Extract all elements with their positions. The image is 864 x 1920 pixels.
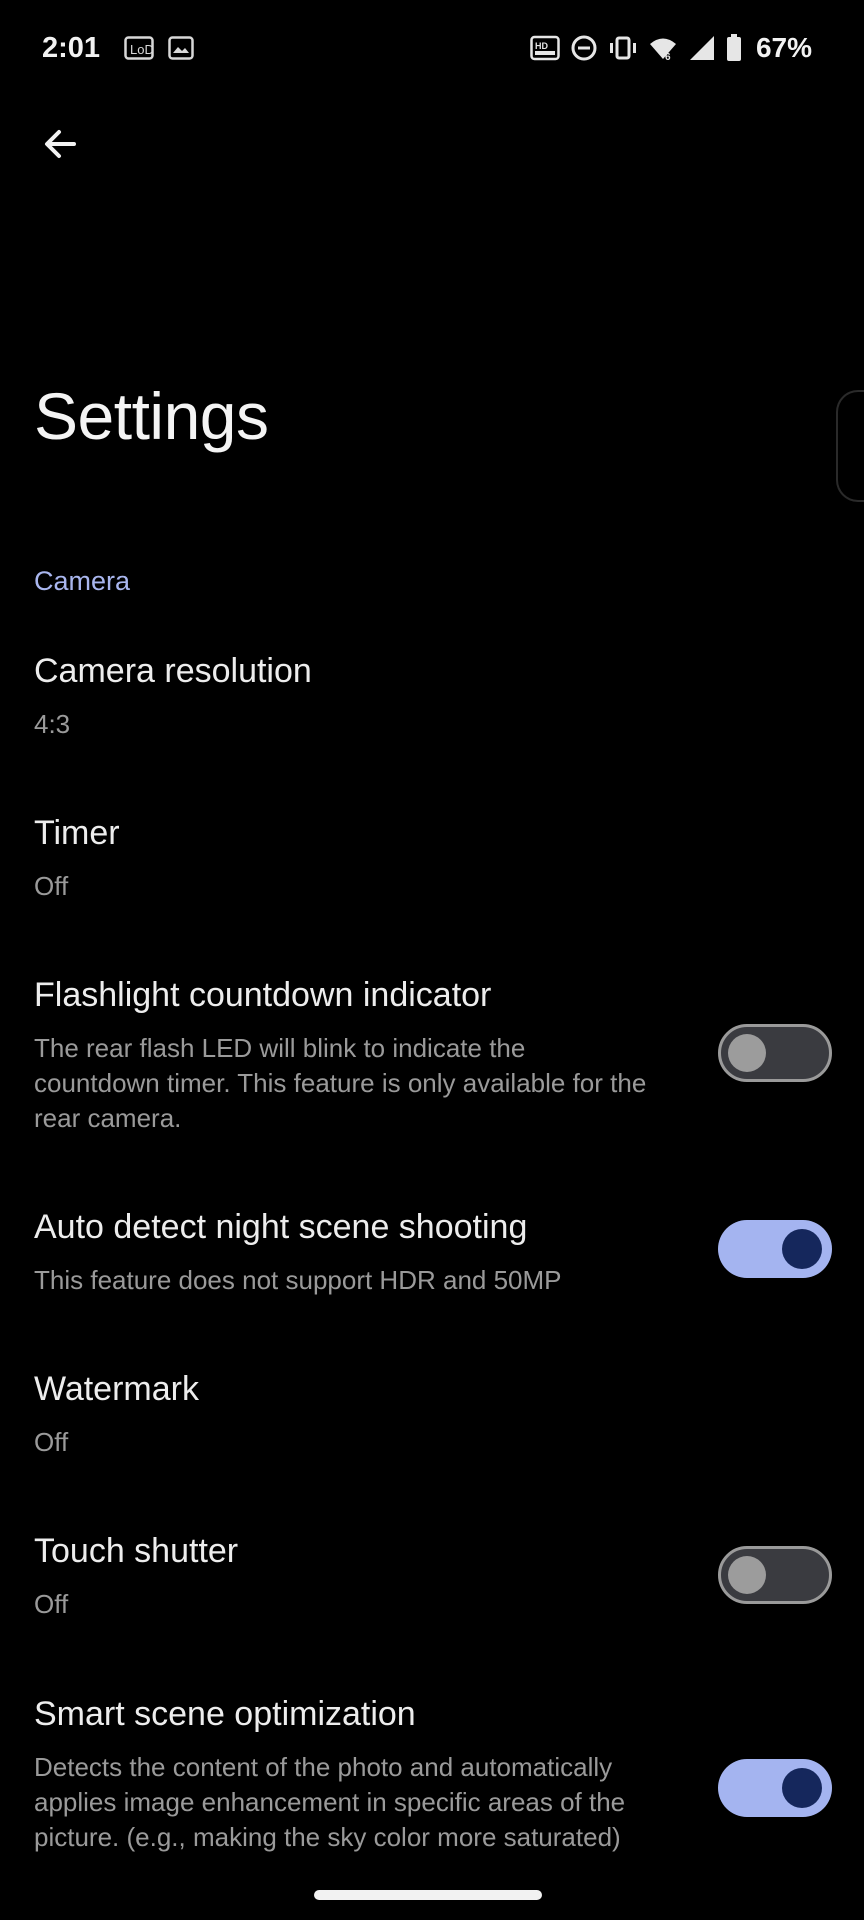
toggle-knob — [728, 1556, 766, 1594]
setting-camera-resolution[interactable]: Camera resolution 4:3 — [0, 652, 864, 762]
status-time: 2:01 — [42, 32, 101, 64]
setting-value: Off — [34, 1427, 69, 1457]
gallery-icon — [168, 36, 194, 60]
setting-value: Off — [34, 1589, 69, 1619]
setting-title: Camera resolution — [34, 652, 312, 690]
settings-screen: 2:01 LoD HD 6 67% Settings Camera Camera… — [0, 0, 864, 1920]
section-header-camera: Camera — [34, 566, 131, 596]
toggle-knob — [782, 1229, 822, 1269]
toggle-knob — [782, 1768, 822, 1808]
battery-percentage: 67% — [755, 32, 812, 63]
setting-timer[interactable]: Timer Off — [0, 814, 864, 924]
setting-title: Flashlight countdown indicator — [34, 976, 492, 1014]
setting-title: Smart scene optimization — [34, 1695, 416, 1733]
setting-title: Touch shutter — [34, 1532, 239, 1570]
svg-text:HD: HD — [535, 41, 548, 51]
touch-shutter-toggle[interactable] — [718, 1546, 832, 1604]
status-bar: 2:01 LoD HD 6 67% — [0, 0, 864, 100]
do-not-disturb-icon — [571, 35, 597, 61]
lockscreen-widget-icon: LoD — [124, 36, 154, 60]
setting-title: Auto detect night scene shooting — [34, 1208, 528, 1246]
hd-voice-icon: HD — [530, 35, 560, 61]
flashlight-countdown-toggle[interactable] — [718, 1024, 832, 1082]
setting-title: Watermark — [34, 1370, 199, 1408]
setting-smart-scene-optimization[interactable]: Smart scene optimization Detects the con… — [0, 1695, 864, 1865]
arrow-left-icon — [45, 130, 76, 158]
setting-description: This feature does not support HDR and 50… — [34, 1265, 562, 1295]
gesture-navigation-bar[interactable] — [314, 1890, 542, 1900]
svg-text:6: 6 — [665, 52, 671, 62]
battery-icon — [726, 34, 741, 61]
page-title: Settings — [34, 379, 269, 453]
setting-value: Off — [34, 871, 69, 901]
setting-touch-shutter[interactable]: Touch shutter Off — [0, 1532, 864, 1642]
setting-description: Detects the content of the photo and aut… — [34, 1752, 626, 1852]
wifi-icon: 6 — [649, 38, 676, 62]
toggle-knob — [728, 1034, 766, 1072]
signal-icon — [689, 36, 714, 60]
setting-watermark[interactable]: Watermark Off — [0, 1370, 864, 1480]
smart-scene-toggle[interactable] — [718, 1759, 832, 1817]
edge-panel-handle[interactable] — [836, 390, 864, 502]
status-right-icons: HD 6 67% — [530, 32, 812, 64]
status-left-icons: LoD — [124, 36, 194, 60]
vibrate-icon — [609, 36, 636, 60]
setting-value: 4:3 — [34, 709, 71, 739]
auto-night-scene-toggle[interactable] — [718, 1220, 832, 1278]
setting-description: The rear flash LED will blink to indicat… — [34, 1033, 647, 1133]
setting-title: Timer — [34, 814, 120, 852]
back-button[interactable] — [36, 120, 84, 168]
svg-text:LoD: LoD — [130, 42, 154, 57]
setting-auto-night-scene[interactable]: Auto detect night scene shooting This fe… — [0, 1208, 864, 1318]
setting-flashlight-countdown[interactable]: Flashlight countdown indicator The rear … — [0, 976, 864, 1136]
